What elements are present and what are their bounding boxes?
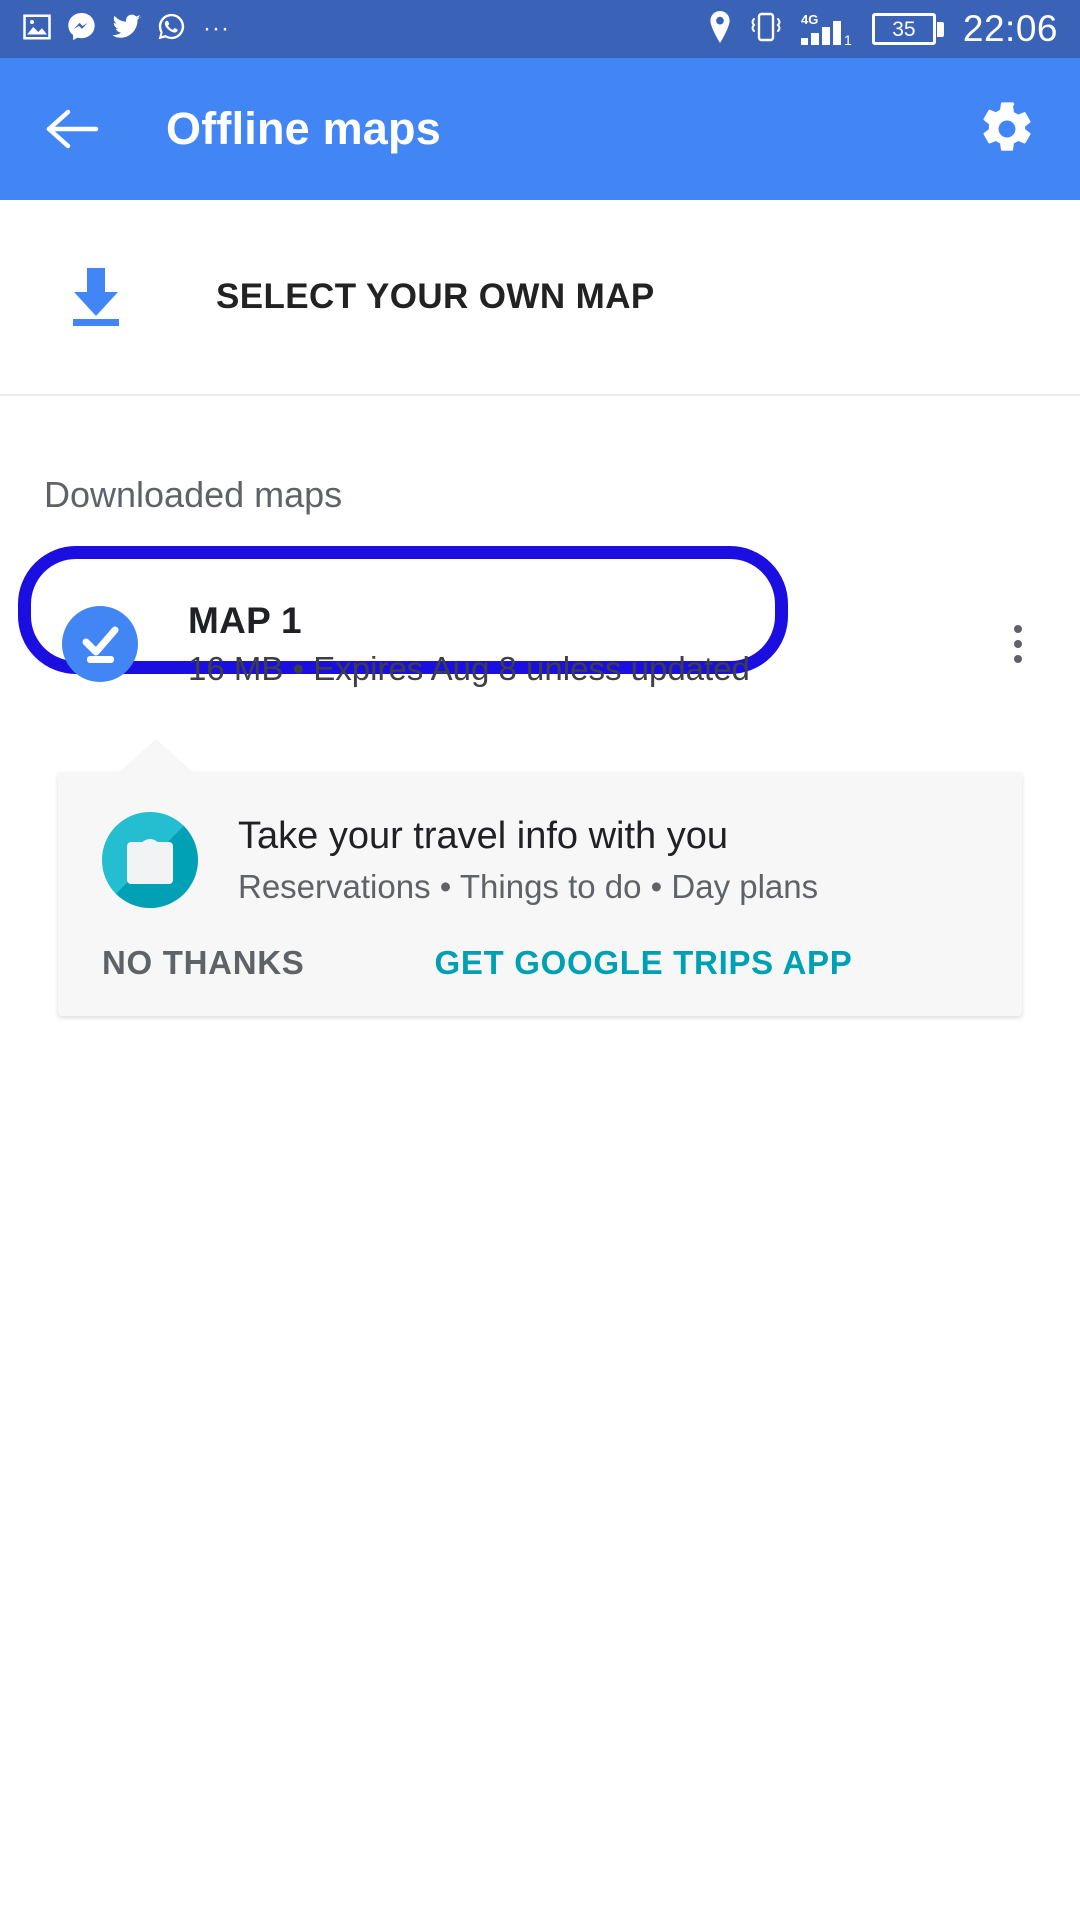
- signal-4g-icon: 4G 1: [799, 12, 859, 46]
- svg-text:1: 1: [844, 32, 852, 46]
- status-bar: ··· 4G 1 35 22:06: [0, 0, 1080, 58]
- app-bar: Offline maps: [0, 58, 1080, 200]
- promo-text-block: Take your travel info with you Reservati…: [238, 815, 818, 906]
- gear-icon[interactable]: [978, 100, 1036, 158]
- facebook-messenger-icon: [66, 11, 97, 47]
- table-row[interactable]: MAP 1 16 MB • Expires Aug 8 unless updat…: [0, 580, 1080, 708]
- svg-text:4G: 4G: [801, 12, 818, 27]
- more-notifications-icon: ···: [203, 15, 230, 42]
- screenshot-image-icon: [22, 12, 52, 47]
- select-your-own-map-row[interactable]: SELECT YOUR OWN MAP: [0, 200, 1080, 396]
- map-info: MAP 1 16 MB • Expires Aug 8 unless updat…: [188, 600, 750, 688]
- battery-level-label: 35: [892, 17, 916, 41]
- downloaded-check-icon: [62, 606, 138, 682]
- promo-subtitle: Reservations • Things to do • Day plans: [238, 867, 819, 905]
- promo-header: Take your travel info with you Reservati…: [58, 812, 1022, 908]
- location-pin-icon: [707, 10, 733, 48]
- map-details-label: 16 MB • Expires Aug 8 unless updated: [188, 650, 750, 687]
- downloaded-maps-section: Downloaded maps MAP 1 16 MB • Expires Au…: [0, 396, 1080, 708]
- promo-pointer-arrow: [120, 741, 192, 774]
- status-bar-notifications: ···: [22, 11, 230, 47]
- google-trips-promo-card: Take your travel info with you Reservati…: [0, 741, 1080, 1016]
- downloaded-maps-title: Downloaded maps: [44, 474, 343, 515]
- download-arrow-icon: [66, 266, 126, 328]
- twitter-icon: [111, 11, 142, 47]
- page-title: Offline maps: [166, 103, 441, 154]
- whatsapp-icon: [156, 11, 187, 47]
- no-thanks-button[interactable]: NO THANKS: [102, 944, 304, 982]
- map-name-label: MAP 1: [188, 600, 302, 641]
- status-bar-clock: 22:06: [962, 8, 1058, 49]
- back-arrow-icon[interactable]: [44, 106, 100, 152]
- promo-card-body: Take your travel info with you Reservati…: [58, 772, 1022, 1016]
- vibrate-mode-icon: [746, 11, 786, 48]
- select-your-own-map-label: SELECT YOUR OWN MAP: [216, 277, 655, 316]
- promo-title: Take your travel info with you: [238, 814, 729, 857]
- promo-actions: NO THANKS GET GOOGLE TRIPS APP: [58, 908, 1022, 988]
- battery-icon: 35: [871, 13, 944, 45]
- more-vertical-icon[interactable]: [1014, 625, 1022, 663]
- status-bar-system-icons: 4G 1 35 22:06: [707, 8, 1058, 50]
- travel-bag-icon: [102, 812, 198, 908]
- get-google-trips-app-button[interactable]: GET GOOGLE TRIPS APP: [434, 944, 852, 982]
- downloaded-maps-list: MAP 1 16 MB • Expires Aug 8 unless updat…: [0, 516, 1080, 708]
